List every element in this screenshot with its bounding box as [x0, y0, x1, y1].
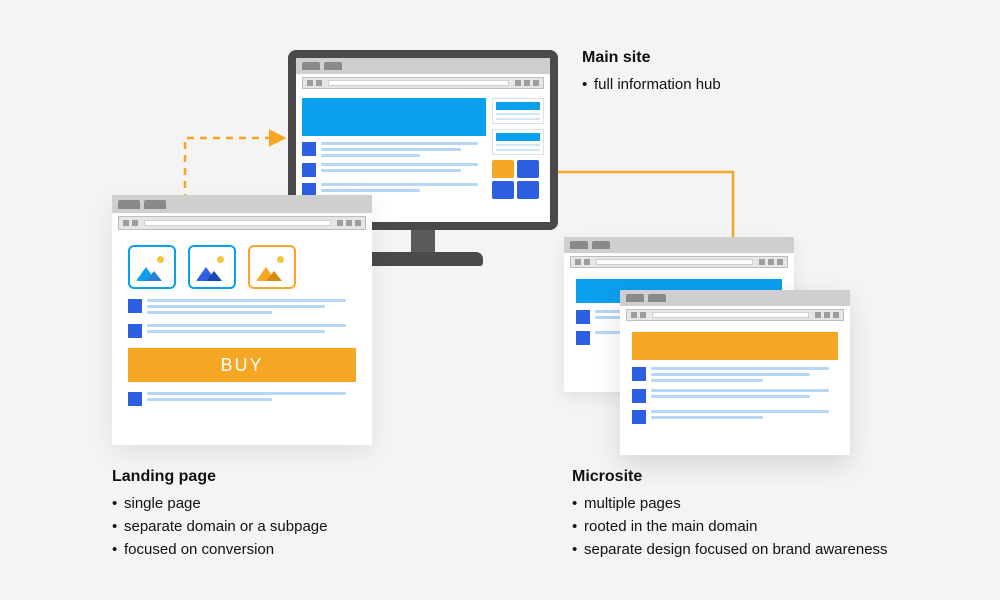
bullet: separate domain or a subpage: [112, 515, 327, 538]
related-tiles: [492, 160, 544, 199]
bullet: rooted in the main domain: [572, 515, 932, 538]
microsite-title: Microsite: [572, 465, 932, 490]
image-icon: [188, 245, 236, 289]
buy-button[interactable]: BUY: [128, 348, 356, 382]
bullet: single page: [112, 492, 327, 515]
browser-address-bar: [302, 77, 544, 89]
microsite-link-tile: [492, 160, 514, 178]
landing-page-caption: Landing page single page separate domain…: [112, 465, 327, 562]
product-thumbnails: [128, 245, 356, 289]
main-site-caption: Main site full information hub: [582, 46, 721, 96]
landing-page-illustration: BUY: [112, 195, 372, 445]
landing-page-title: Landing page: [112, 465, 327, 490]
microsite-illustration-front: [620, 290, 850, 455]
bullet: separate design focused on brand awarene…: [572, 538, 932, 561]
microsite-caption: Microsite multiple pages rooted in the m…: [572, 465, 932, 562]
image-icon: [248, 245, 296, 289]
bullet: multiple pages: [572, 492, 932, 515]
browser-tab-bar: [296, 58, 550, 74]
hero-banner: [302, 98, 486, 136]
bullet: full information hub: [582, 73, 721, 96]
image-icon: [128, 245, 176, 289]
main-site-title: Main site: [582, 46, 721, 71]
bullet: focused on conversion: [112, 538, 327, 561]
